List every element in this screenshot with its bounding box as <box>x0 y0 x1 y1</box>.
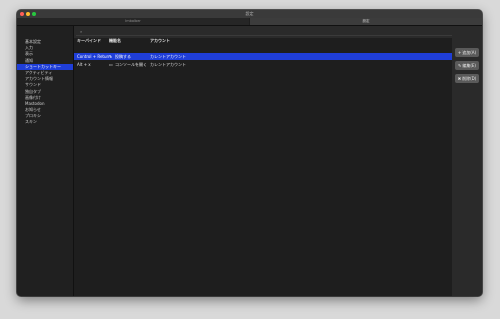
edit-icon: ✎ <box>457 63 462 68</box>
column-header-account[interactable]: アカウント <box>150 38 170 44</box>
table-row[interactable]: Control + Return ✎ 投稿する カレントアカウント <box>74 53 452 60</box>
column-header-keybind[interactable]: キーバインド <box>77 38 101 44</box>
tab-settings[interactable]: 設定 <box>250 18 482 25</box>
plus-icon: + <box>457 50 462 55</box>
keybinding-table: キーバインド 機能名 アカウント Control + Return ✎ 投稿する … <box>74 38 452 296</box>
sidebar-list: 基本設定 入力 表示 通知 ショートカットキー アクティビティ アカウント情報 … <box>17 39 73 126</box>
shortcut-settings-panel: ⌕ キーバインド 機能名 アカウント Control + Return ✎ 投稿す… <box>74 26 482 296</box>
title-bar: 設定 <box>17 10 482 18</box>
row-account: カレントアカウント <box>150 54 186 59</box>
search-field[interactable]: ⌕ <box>76 28 452 36</box>
row-keybind: Alt + x <box>77 62 91 67</box>
row-function: ✎ 投稿する <box>109 53 131 60</box>
edit-button[interactable]: ✎編集(E) <box>455 61 479 70</box>
console-icon: ▭ <box>109 62 113 67</box>
preferences-window: 設定 Imbalber 設定 基本設定 入力 表示 通知 ショートカットキー ア… <box>17 10 482 296</box>
row-account: カレントアカウント <box>150 62 186 67</box>
table-header: キーバインド 機能名 アカウント <box>74 38 452 44</box>
add-button-label: 追加(A) <box>462 50 477 55</box>
settings-sidebar: 基本設定 入力 表示 通知 ショートカットキー アクティビティ アカウント情報 … <box>17 26 74 296</box>
delete-button[interactable]: ✖削除(D) <box>455 74 479 83</box>
row-function-label: 投稿する <box>115 54 131 59</box>
row-function-label: コンソールを開く <box>115 62 147 67</box>
window-title: 設定 <box>245 11 254 16</box>
delete-button-label: 削除(D) <box>462 76 477 81</box>
table-row[interactable]: Alt + x ▭ コンソールを開く カレントアカウント <box>74 61 452 68</box>
edit-button-label: 編集(E) <box>462 63 476 68</box>
tab-imbalber[interactable]: Imbalber <box>17 18 249 25</box>
sidebar-item-skin[interactable]: スキン <box>17 119 73 125</box>
search-icon: ⌕ <box>80 29 83 34</box>
add-button[interactable]: +追加(A) <box>455 48 479 57</box>
column-header-function[interactable]: 機能名 <box>109 38 121 44</box>
delete-icon: ✖ <box>457 76 462 81</box>
row-keybind: Control + Return <box>77 54 111 59</box>
row-function: ▭ コンソールを開く <box>109 61 147 68</box>
send-icon: ✎ <box>109 54 113 59</box>
tab-bar: Imbalber 設定 <box>17 18 482 26</box>
